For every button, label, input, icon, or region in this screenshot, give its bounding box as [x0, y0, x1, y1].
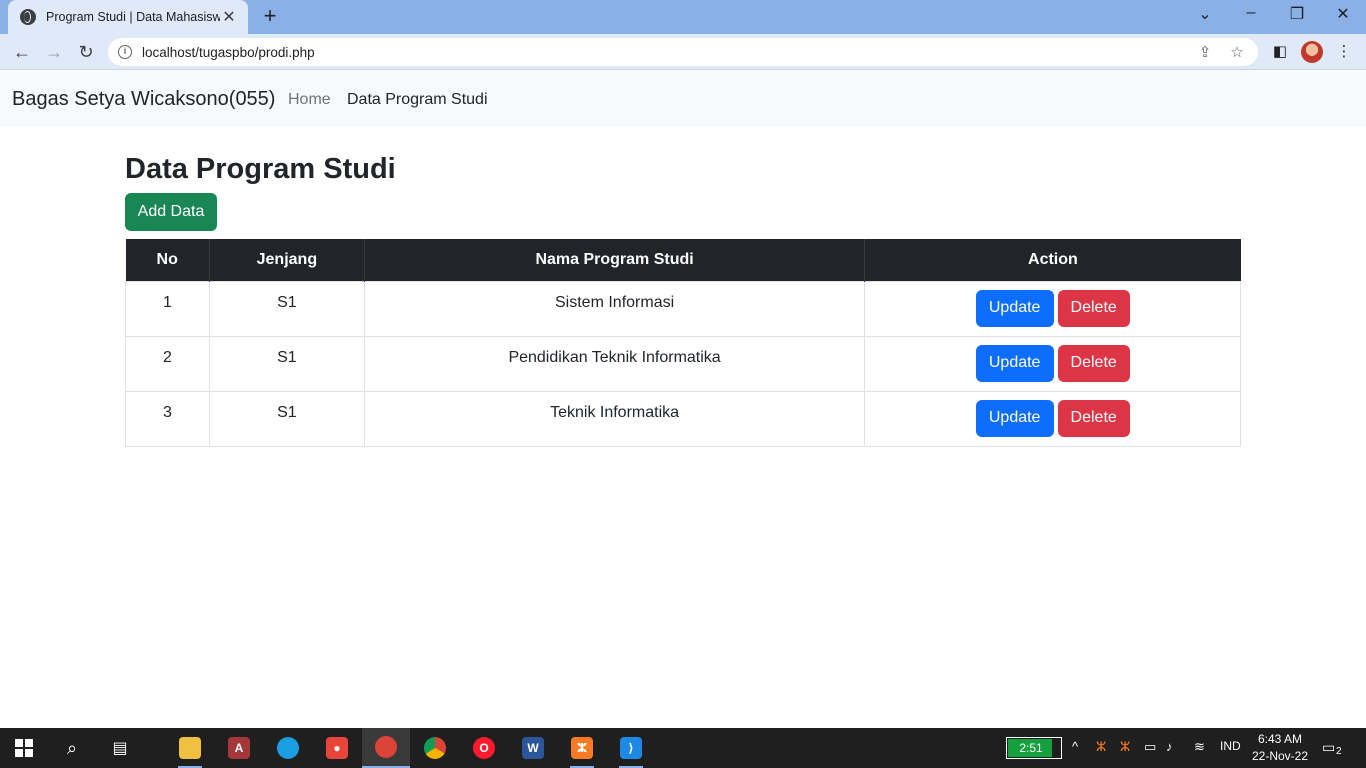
- address-bar[interactable]: i localhost/tugaspbo/prodi.php ⇪ ☆: [108, 38, 1258, 66]
- tab-search-icon[interactable]: ⌄: [1182, 4, 1228, 24]
- update-button[interactable]: Update: [975, 289, 1054, 327]
- cell-action: Update Delete: [864, 335, 1241, 392]
- notification-count: 2: [1336, 746, 1342, 757]
- globe-icon: [20, 9, 36, 25]
- recorder-icon: ●: [326, 737, 348, 759]
- vscode-app[interactable]: ⟩: [607, 728, 655, 768]
- language-indicator[interactable]: IND: [1220, 739, 1241, 753]
- chrome-app-active[interactable]: [362, 728, 410, 768]
- table-header-row: No Jenjang Nama Program Studi Action: [125, 239, 1241, 281]
- volume-icon[interactable]: ♪: [1166, 739, 1173, 754]
- close-tab-icon[interactable]: ✕: [220, 7, 238, 27]
- cell-no: 3: [125, 390, 210, 447]
- bookmark-star-icon[interactable]: ☆: [1226, 43, 1248, 61]
- vscode-icon: ⟩: [620, 737, 642, 759]
- update-button[interactable]: Update: [975, 399, 1054, 437]
- tab-title: Program Studi | Data Mahasiswa: [46, 10, 220, 24]
- xampp-tray-icon[interactable]: ⵣ: [1096, 739, 1106, 755]
- nav-link-home[interactable]: Home: [288, 91, 331, 109]
- access-icon: A: [228, 737, 250, 759]
- cell-no: 2: [125, 335, 210, 392]
- screen-recorder-app[interactable]: ●: [313, 728, 361, 768]
- system-clock[interactable]: 6:43 AM 22-Nov-22: [1246, 731, 1314, 765]
- battery-icon[interactable]: ▭: [1144, 739, 1156, 755]
- header-action: Action: [864, 239, 1241, 281]
- table-row: 2 S1 Pendidikan Teknik Informatika Updat…: [125, 335, 1241, 392]
- browser-tab[interactable]: Program Studi | Data Mahasiswa ✕: [8, 0, 248, 34]
- search-button[interactable]: ⌕: [48, 728, 96, 768]
- opera-icon: O: [473, 737, 495, 759]
- chrome-app[interactable]: [411, 728, 459, 768]
- delete-button[interactable]: Delete: [1057, 399, 1130, 437]
- table-row: 1 S1 Sistem Informasi Update Delete: [125, 280, 1241, 337]
- browser-toolbar: ← → ↻ i localhost/tugaspbo/prodi.php ⇪ ☆…: [0, 34, 1366, 70]
- start-button[interactable]: [0, 728, 48, 768]
- table-row: 3 S1 Teknik Informatika Update Delete: [125, 390, 1241, 447]
- nav-link-data-program-studi[interactable]: Data Program Studi: [347, 91, 488, 109]
- forward-button[interactable]: →: [42, 40, 66, 64]
- add-data-button[interactable]: Add Data: [125, 193, 217, 231]
- share-icon[interactable]: ⇪: [1194, 43, 1216, 61]
- update-button[interactable]: Update: [975, 344, 1054, 382]
- site-info-icon[interactable]: i: [118, 45, 132, 59]
- word-app[interactable]: W: [509, 728, 557, 768]
- header-no: No: [125, 239, 210, 281]
- side-panel-icon[interactable]: ◧: [1270, 42, 1290, 62]
- page-title: Data Program Studi: [125, 153, 396, 185]
- cell-jenjang: S1: [208, 335, 365, 392]
- clock-time: 6:43 AM: [1257, 732, 1303, 746]
- new-tab-button[interactable]: +: [258, 5, 282, 29]
- chrome-icon: [424, 737, 446, 759]
- header-nama-program-studi: Nama Program Studi: [364, 239, 866, 281]
- xampp-tray-icon-2[interactable]: ⵣ: [1120, 739, 1130, 755]
- close-window-button[interactable]: ✕: [1320, 4, 1366, 24]
- cell-nama: Pendidikan Teknik Informatika: [363, 335, 866, 392]
- task-view-button[interactable]: ▤: [96, 728, 144, 768]
- search-icon: ⌕: [66, 737, 78, 758]
- cell-no: 1: [125, 280, 210, 337]
- delete-button[interactable]: Delete: [1057, 289, 1130, 327]
- word-icon: W: [522, 737, 544, 759]
- profile-avatar[interactable]: [1301, 41, 1323, 63]
- opera-app[interactable]: O: [460, 728, 508, 768]
- battery-meter[interactable]: 2:51: [1006, 737, 1062, 759]
- task-view-icon: ▤: [112, 740, 128, 757]
- xampp-icon: ⵣ: [571, 737, 593, 759]
- navbar-brand[interactable]: Bagas Setya Wicaksono(055): [12, 88, 275, 111]
- minimize-button[interactable]: –: [1228, 4, 1274, 22]
- edge-app[interactable]: [264, 728, 312, 768]
- program-studi-table: No Jenjang Nama Program Studi Action 1 S…: [125, 239, 1241, 447]
- windows-logo-icon: [15, 739, 33, 757]
- edge-icon: [277, 737, 299, 759]
- access-app[interactable]: A: [215, 728, 263, 768]
- wifi-icon[interactable]: ≋: [1194, 739, 1205, 755]
- windows-taskbar: ⌕ ▤ A ● O W ⵣ ⟩ 2:51 ^ ⵣ ⵣ ▭ ♪ ≋ IND 6:4…: [0, 728, 1366, 768]
- cell-nama: Sistem Informasi: [363, 280, 866, 337]
- chevron-up-icon[interactable]: ^: [1072, 739, 1078, 754]
- url-text[interactable]: localhost/tugaspbo/prodi.php: [142, 45, 1194, 60]
- browser-tabstrip: Program Studi | Data Mahasiswa ✕ + ⌄ – ❐…: [0, 0, 1366, 34]
- restore-button[interactable]: ❐: [1274, 4, 1320, 24]
- cell-nama: Teknik Informatika: [363, 390, 866, 447]
- site-navbar: Bagas Setya Wicaksono(055) Home Data Pro…: [0, 71, 1366, 127]
- file-explorer-app[interactable]: [166, 728, 214, 768]
- menu-kebab-icon[interactable]: ⋮: [1334, 42, 1354, 62]
- cell-action: Update Delete: [864, 280, 1241, 337]
- notification-center-icon[interactable]: ▭: [1322, 739, 1335, 756]
- cell-action: Update Delete: [864, 390, 1241, 447]
- back-button[interactable]: ←: [10, 40, 34, 64]
- delete-button[interactable]: Delete: [1057, 344, 1130, 382]
- chrome-profile-icon: [375, 736, 397, 758]
- reload-button[interactable]: ↻: [74, 40, 98, 64]
- header-jenjang: Jenjang: [209, 239, 365, 281]
- clock-date: 22-Nov-22: [1251, 749, 1309, 763]
- main-container: Data Program Studi Add Data No Jenjang N…: [125, 150, 1241, 447]
- xampp-app[interactable]: ⵣ: [558, 728, 606, 768]
- battery-time: 2:51: [1019, 741, 1043, 755]
- cell-jenjang: S1: [208, 390, 365, 447]
- cell-jenjang: S1: [208, 280, 365, 337]
- folder-icon: [179, 737, 201, 759]
